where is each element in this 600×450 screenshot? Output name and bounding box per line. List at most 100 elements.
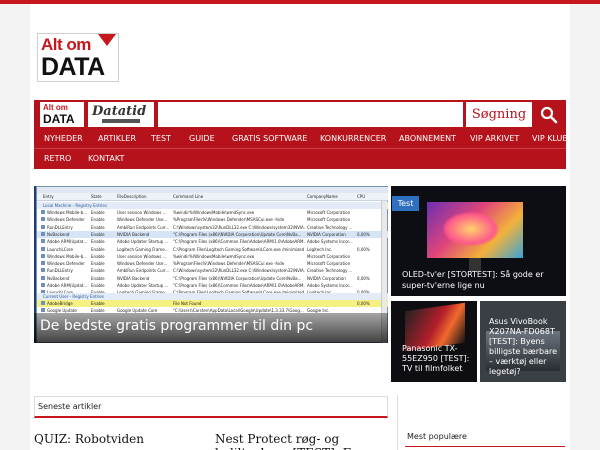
cell: Adobe Systems Incor...	[307, 239, 353, 245]
startup-entry-row: Adobe ARM(Updat... Enable Adobe Updater St…	[37, 282, 388, 289]
program-icon	[41, 275, 45, 280]
cell: User session Windows ...	[117, 210, 167, 215]
cell: Adobe Updater Startup ...	[117, 239, 169, 245]
main-nav: NYHEDER ARTIKLER TEST GUIDE GRATIS SOFTW…	[34, 129, 568, 169]
cell: "C:\Program Files (x86)\NVIDIA Corporati…	[173, 275, 302, 281]
hero-title[interactable]: De bedste gratis programmer til din pc	[40, 318, 313, 334]
mini-logo-altom: Alt om	[43, 103, 68, 112]
cell: C:\Program Files\Logitech Gaming Softwar…	[173, 246, 305, 252]
most-popular-header: Mest populære	[407, 432, 467, 441]
col-entry: Entry	[43, 194, 54, 199]
nav-item-retro[interactable]: RETRO	[44, 154, 71, 163]
program-icon	[41, 210, 45, 214]
datatid-logo-underline	[102, 119, 140, 123]
most-popular-underline	[405, 446, 565, 447]
startup-entry-row: Windows Defender Enable Windows Defender U…	[37, 260, 388, 267]
col-commandline: Command Line	[173, 194, 204, 199]
search-icon	[540, 106, 558, 124]
cell: Enable	[91, 268, 105, 274]
col-companyname: CompanyName	[307, 194, 338, 199]
program-icon	[41, 224, 45, 229]
startup-entry-row: AdobeBridge Enable File Not Found 0,00%	[37, 300, 388, 307]
nav-item-test[interactable]: TEST	[151, 134, 171, 143]
program-icon	[41, 217, 45, 222]
nav-item-vip-klub[interactable]: VIP KLUB	[532, 134, 568, 143]
cell: 0,00%	[357, 246, 370, 252]
cell: "C:\Program Files (x86)\Common Files\Ado…	[173, 283, 305, 288]
program-icon	[41, 283, 45, 287]
nav-item-nyheder[interactable]: NYHEDER	[44, 134, 83, 143]
cell: Enable	[91, 231, 105, 237]
search-button[interactable]	[534, 102, 564, 127]
cell: Logitech Inc.	[307, 246, 333, 252]
cell: Adobe ARM(Updat...	[47, 283, 88, 288]
nav-item-guide[interactable]: GUIDE	[189, 134, 215, 143]
latest-articles-label: Seneste artikler	[38, 402, 102, 411]
cell: Microsoft Corporation	[307, 253, 351, 259]
asus-article-title[interactable]: Asus VivoBook X207NA-FD068T [TEST]: Byen…	[489, 317, 563, 377]
cell: %windir%\WindowsMobile\wmdSync.exe	[173, 253, 255, 259]
cell: C:\Windows\system32\RunDLL32.exe C:\Wind…	[173, 224, 305, 230]
nav-item-artikler[interactable]: ARTIKLER	[98, 134, 136, 143]
nav-item-abonnement[interactable]: ABONNEMENT	[399, 134, 456, 143]
cell: Enable	[91, 246, 105, 252]
cell: NVIDIA Backend	[117, 231, 150, 237]
cell: RunDLLEntry	[47, 268, 73, 274]
cell: 0,00%	[357, 231, 370, 237]
cell: Windows Mobile-b...	[47, 210, 88, 215]
cell: NVIDIA Backend	[117, 275, 150, 281]
cell: NvBackend	[47, 231, 70, 237]
oled-article-title[interactable]: OLED-tv'er [STORTEST]: Så gode er super-…	[402, 269, 562, 291]
cell: Enable	[91, 224, 105, 230]
cell: File Not Found	[173, 301, 202, 306]
program-icon	[41, 301, 45, 305]
panasonic-article-title[interactable]: Panasonic TX-55EZ950 [TEST]: TV til film…	[402, 344, 474, 374]
col-state: State	[91, 194, 102, 199]
cell: Microsoft Corporation	[307, 217, 351, 223]
col-cpu: CPU	[357, 194, 366, 199]
cell: Enable	[91, 301, 105, 306]
cell: Enable	[91, 210, 105, 215]
program-icon	[41, 261, 45, 266]
search-label[interactable]: Søgning	[466, 102, 532, 127]
cell: User session Windows ...	[117, 253, 167, 259]
cell: Microsoft Corporation	[307, 261, 351, 267]
startup-entry-row: RunDLLEntry Enable AmbiRun Endpoints Curr.…	[37, 224, 388, 231]
startup-entry-row: LaunchLCore Enable Logitech Gaming Frame..…	[37, 246, 388, 253]
cell: AmbiRun Endpoints Curr...	[117, 224, 170, 230]
cell: Windows Defender Use...	[117, 217, 168, 223]
cell: Microsoft Corporation	[307, 210, 351, 215]
cell: AmbiRun Endpoints Curr...	[117, 268, 170, 274]
cell: Enable	[91, 239, 105, 245]
cell: Adobe Updater Startup ...	[117, 283, 169, 288]
nav-row-divider	[34, 148, 566, 149]
datatid-brand-link[interactable]: Datatid	[88, 102, 154, 127]
oled-tv-glow	[443, 212, 499, 246]
nav-item-gratis-software[interactable]: GRATIS SOFTWARE	[232, 134, 307, 143]
startup-entry-row: RunDLLEntry Enable AmbiRun Endpoints Curr.…	[37, 267, 388, 274]
article-link-nest[interactable]: Nest Protect røg- og kulilte­alarm [TEST…	[215, 432, 385, 450]
search-input[interactable]	[158, 102, 463, 127]
cell: 0,00%	[357, 301, 370, 306]
site-logo[interactable]: Alt om DATA	[37, 33, 119, 82]
cell: Windows Defender	[47, 217, 85, 223]
cell: LaunchLCore	[47, 246, 73, 252]
cell: Enable	[91, 253, 105, 259]
cell: %ProgramFiles%\Windows Defender\MSASCui.…	[173, 217, 285, 223]
article-link-quiz[interactable]: QUIZ: Robotviden	[34, 432, 144, 446]
startup-entry-row: Windows Mobile-b... Enable User session Wi…	[37, 253, 388, 260]
logo-text-altom: Alt om	[41, 35, 91, 54]
cell: RunDLLEntry	[47, 224, 73, 230]
nav-item-konkurrencer[interactable]: KONKURRENCER	[320, 134, 386, 143]
hero-caption-bar[interactable]: De bedste gratis programmer til din pc	[34, 313, 388, 343]
program-icon	[41, 231, 45, 236]
altomdata-brand-link[interactable]: Alt om DATA	[40, 102, 84, 127]
nav-item-kontakt[interactable]: KONTAKT	[88, 154, 124, 163]
cell: NvBackend	[47, 275, 70, 281]
column-divider	[397, 395, 398, 450]
page-gutter-right	[570, 4, 600, 450]
nav-item-vip-arkivet[interactable]: VIP ARKIVET	[470, 134, 519, 143]
cell: Adobe Systems Incor...	[307, 283, 353, 288]
category-badge-test[interactable]: Test	[392, 196, 419, 211]
cell: "C:\Program Files (x86)\NVIDIA Corporati…	[173, 231, 302, 237]
